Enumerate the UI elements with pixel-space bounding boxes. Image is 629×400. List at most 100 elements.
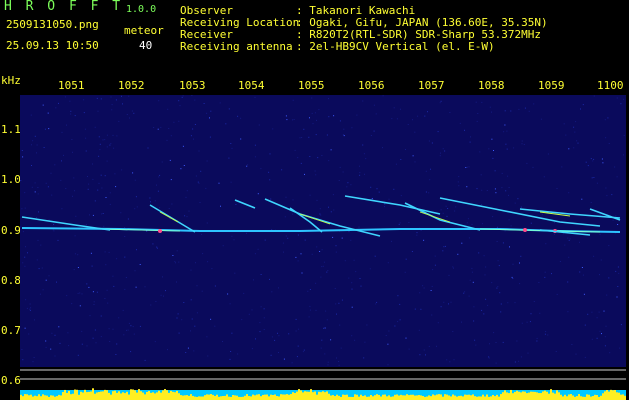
meter-bar: [232, 395, 234, 400]
noise-dot: [400, 159, 402, 160]
noise-dot: [528, 110, 530, 112]
noise-dot: [510, 225, 512, 227]
noise-dot: [146, 230, 148, 232]
noise-dot: [505, 190, 507, 192]
noise-dot: [564, 244, 566, 246]
noise-dot: [100, 315, 102, 317]
meter-bar: [34, 395, 36, 400]
noise-dot: [174, 261, 176, 263]
noise-dot: [326, 319, 328, 321]
noise-dot: [124, 227, 126, 228]
meter-bar: [56, 396, 58, 400]
meter-bar: [46, 395, 48, 400]
noise-dot: [491, 111, 492, 113]
noise-dot: [341, 299, 343, 301]
meter-bar: [320, 392, 322, 400]
noise-dot: [492, 157, 494, 159]
noise-dot: [323, 261, 325, 263]
noise-dot: [334, 288, 336, 289]
noise-dot: [111, 109, 113, 111]
noise-dot: [545, 331, 547, 332]
meter-bar: [138, 389, 140, 400]
noise-dot: [568, 148, 570, 150]
noise-dot: [541, 214, 543, 216]
noise-dot: [160, 126, 162, 128]
info-key-antenna: Receiving antenna: [180, 40, 293, 53]
meter-bar: [100, 391, 102, 400]
noise-dot: [303, 214, 305, 215]
noise-dot: [596, 182, 598, 184]
noise-dot: [237, 353, 239, 355]
x-tick-label: 1056: [358, 79, 385, 92]
noise-dot: [599, 233, 601, 235]
noise-dot: [593, 158, 595, 160]
noise-dot: [423, 349, 425, 351]
meter-bar: [360, 394, 362, 400]
noise-dot: [504, 124, 506, 126]
noise-dot: [602, 162, 604, 164]
noise-dot: [388, 330, 390, 332]
noise-dot: [193, 350, 195, 352]
noise-dot: [319, 208, 321, 210]
noise-dot: [309, 194, 311, 196]
noise-dot: [136, 249, 137, 251]
noise-dot: [611, 194, 613, 196]
noise-dot: [373, 104, 375, 106]
noise-dot: [36, 217, 37, 218]
noise-dot: [186, 216, 188, 218]
meter-bar: [346, 394, 348, 400]
meter-bar: [614, 390, 616, 400]
noise-dot: [207, 355, 209, 357]
meter-bar: [198, 396, 200, 400]
noise-dot: [476, 120, 478, 122]
meter-bar: [280, 394, 282, 400]
meter-bar: [608, 391, 610, 400]
noise-dot: [282, 242, 284, 244]
meter-bar: [426, 396, 428, 400]
noise-dot: [278, 335, 280, 337]
noise-dot: [36, 259, 38, 261]
noise-dot: [222, 245, 224, 247]
meter-bar: [178, 393, 180, 400]
noise-dot: [376, 188, 378, 190]
noise-dot: [321, 249, 323, 251]
noise-dot: [113, 147, 115, 149]
meter-bar: [492, 394, 494, 400]
noise-dot: [171, 203, 173, 205]
noise-dot: [607, 214, 609, 216]
noise-dot: [191, 95, 193, 96]
noise-dot: [458, 185, 460, 187]
noise-dot: [387, 364, 389, 366]
noise-dot: [328, 98, 329, 100]
meter-bar: [398, 395, 400, 400]
noise-dot: [206, 222, 208, 224]
noise-dot: [191, 318, 193, 320]
noise-dot: [85, 224, 87, 226]
meter-bar: [532, 391, 534, 400]
noise-dot: [198, 182, 200, 184]
meteor-count: 40: [139, 39, 153, 52]
noise-dot: [327, 270, 329, 272]
noise-dot: [285, 115, 287, 117]
noise-dot: [620, 103, 622, 105]
noise-dot: [77, 354, 79, 356]
noise-dot: [333, 115, 335, 117]
meter-bar: [128, 394, 130, 400]
noise-dot: [53, 224, 55, 225]
noise-dot: [229, 303, 231, 305]
noise-dot: [32, 140, 34, 142]
meter-bar: [74, 389, 76, 400]
noise-dot: [604, 345, 606, 347]
noise-dot: [396, 118, 398, 120]
noise-dot: [44, 128, 46, 130]
noise-dot: [488, 356, 490, 358]
meter-bar: [354, 394, 356, 400]
noise-dot: [405, 337, 407, 339]
noise-dot: [355, 271, 357, 273]
noise-dot: [209, 136, 211, 138]
noise-dot: [91, 265, 93, 267]
noise-dot: [417, 115, 419, 117]
noise-dot: [102, 139, 104, 141]
noise-dot: [351, 335, 353, 337]
noise-dot: [210, 318, 212, 320]
